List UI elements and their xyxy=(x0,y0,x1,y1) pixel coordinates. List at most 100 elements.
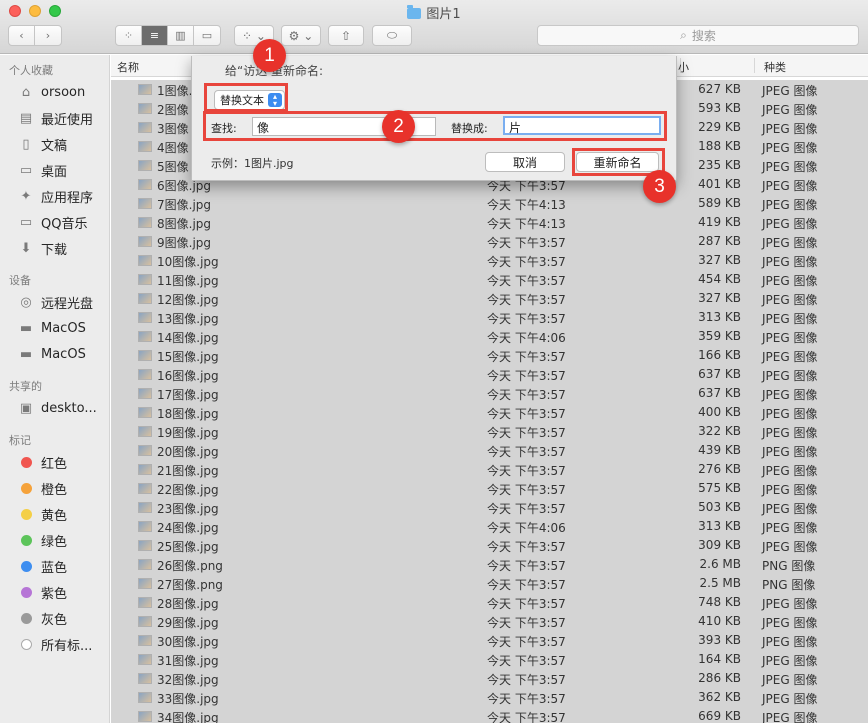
table-row[interactable]: 26图像.png 今天 下午3:57 2.6 MB PNG 图像 xyxy=(111,555,868,574)
table-row[interactable]: 30图像.jpg 今天 下午3:57 393 KB JPEG 图像 xyxy=(111,631,868,650)
table-row[interactable]: 13图像.jpg 今天 下午3:57 313 KB JPEG 图像 xyxy=(111,308,868,327)
cancel-button[interactable]: 取消 xyxy=(485,152,565,172)
table-row[interactable]: 28图像.jpg 今天 下午3:57 748 KB JPEG 图像 xyxy=(111,593,868,612)
file-name: 33图像.jpg xyxy=(157,692,219,706)
table-row[interactable]: 11图像.jpg 今天 下午3:57 454 KB JPEG 图像 xyxy=(111,270,868,289)
nav-buttons: ‹ › xyxy=(8,25,62,46)
table-row[interactable]: 31图像.jpg 今天 下午3:57 164 KB JPEG 图像 xyxy=(111,650,868,669)
sidebar-tag-item[interactable]: 所有标... xyxy=(18,634,92,654)
file-kind: JPEG 图像 xyxy=(762,426,818,440)
sidebar-favorite-item[interactable]: ▭ QQ音乐 xyxy=(18,212,88,232)
sidebar-tag-item[interactable]: 红色 xyxy=(18,452,67,472)
icon-view-button[interactable]: ⁘ xyxy=(116,26,142,45)
column-view-button[interactable]: ▥ xyxy=(168,26,194,45)
tag-color-dot-icon xyxy=(21,586,32,598)
sidebar-device-item[interactable]: ◎ 远程光盘 xyxy=(18,292,93,312)
file-size: 503 KB xyxy=(698,500,741,514)
table-row[interactable]: 15图像.jpg 今天 下午3:57 166 KB JPEG 图像 xyxy=(111,346,868,365)
sidebar-favorite-item[interactable]: ⌂ orsoon xyxy=(18,82,85,102)
table-row[interactable]: 7图像.jpg 今天 下午4:13 589 KB JPEG 图像 xyxy=(111,194,868,213)
sidebar-tag-item[interactable]: 紫色 xyxy=(18,582,67,602)
column-kind-header[interactable]: 种类 xyxy=(764,59,786,75)
table-row[interactable]: 20图像.jpg 今天 下午3:57 439 KB JPEG 图像 xyxy=(111,441,868,460)
share-button[interactable]: ⇧ xyxy=(328,25,364,46)
sidebar-favorite-item[interactable]: ⬇ 下载 xyxy=(18,238,67,258)
search-field[interactable]: ⌕ 搜索 xyxy=(537,25,859,46)
file-kind: JPEG 图像 xyxy=(762,293,818,307)
sidebar-tag-item[interactable]: 绿色 xyxy=(18,530,67,550)
action-button[interactable]: ⚙ ⌄ xyxy=(281,25,321,46)
sidebar-favorite-item[interactable]: ▯ 文稿 xyxy=(18,134,67,154)
image-thumbnail-icon xyxy=(138,464,152,475)
table-row[interactable]: 27图像.png 今天 下午3:57 2.5 MB PNG 图像 xyxy=(111,574,868,593)
sidebar-favorite-item[interactable]: ▤ 最近使用 xyxy=(18,108,93,128)
file-date: 今天 下午3:57 xyxy=(487,236,566,250)
table-row[interactable]: 33图像.jpg 今天 下午3:57 362 KB JPEG 图像 xyxy=(111,688,868,707)
image-thumbnail-icon xyxy=(138,179,152,190)
highlight-box-2 xyxy=(203,111,667,141)
table-row[interactable]: 18图像.jpg 今天 下午3:57 400 KB JPEG 图像 xyxy=(111,403,868,422)
file-name: 24图像.jpg xyxy=(157,521,219,535)
back-button[interactable]: ‹ xyxy=(9,26,35,45)
sidebar-tag-item[interactable]: 灰色 xyxy=(18,608,67,628)
file-kind: JPEG 图像 xyxy=(762,274,818,288)
image-thumbnail-icon xyxy=(138,616,152,627)
image-thumbnail-icon xyxy=(138,84,152,95)
columns-icon: ▥ xyxy=(175,29,186,42)
file-size: 748 KB xyxy=(698,595,741,609)
table-row[interactable]: 17图像.jpg 今天 下午3:57 637 KB JPEG 图像 xyxy=(111,384,868,403)
column-name-header[interactable]: 名称 xyxy=(117,59,139,75)
sidebar-device-item[interactable]: ▬ MacOS xyxy=(18,344,86,364)
file-kind: JPEG 图像 xyxy=(762,198,818,212)
table-row[interactable]: 8图像.jpg 今天 下午4:13 419 KB JPEG 图像 xyxy=(111,213,868,232)
file-kind: JPEG 图像 xyxy=(762,616,818,630)
image-thumbnail-icon xyxy=(138,692,152,703)
sidebar-tag-item[interactable]: 蓝色 xyxy=(18,556,67,576)
table-row[interactable]: 14图像.jpg 今天 下午4:06 359 KB JPEG 图像 xyxy=(111,327,868,346)
file-name: 13图像.jpg xyxy=(157,312,219,326)
view-mode-control: ⁘ ≡ ▥ ▭ xyxy=(115,25,221,46)
table-row[interactable]: 29图像.jpg 今天 下午3:57 410 KB JPEG 图像 xyxy=(111,612,868,631)
sidebar-device-item[interactable]: ▬ MacOS xyxy=(18,318,86,338)
file-kind: JPEG 图像 xyxy=(762,141,818,155)
file-date: 今天 下午3:57 xyxy=(487,654,566,668)
table-row[interactable]: 12图像.jpg 今天 下午3:57 327 KB JPEG 图像 xyxy=(111,289,868,308)
file-name: 32图像.jpg xyxy=(157,673,219,687)
file-name: 20图像.jpg xyxy=(157,445,219,459)
table-row[interactable]: 34图像.jpg 今天 下午3:57 669 KB JPEG 图像 xyxy=(111,707,868,723)
file-size: 309 KB xyxy=(698,538,741,552)
sidebar-tag-item[interactable]: 橙色 xyxy=(18,478,67,498)
tag-button[interactable]: ⬭ xyxy=(372,25,412,46)
table-row[interactable]: 25图像.jpg 今天 下午3:57 309 KB JPEG 图像 xyxy=(111,536,868,555)
table-row[interactable]: 19图像.jpg 今天 下午3:57 322 KB JPEG 图像 xyxy=(111,422,868,441)
file-kind: JPEG 图像 xyxy=(762,122,818,136)
file-name: 22图像.jpg xyxy=(157,483,219,497)
file-kind: JPEG 图像 xyxy=(762,464,818,478)
sidebar-shared-item[interactable]: ▣ deskto... xyxy=(18,398,97,418)
file-date: 今天 下午3:57 xyxy=(487,293,566,307)
step-badge-1: 1 xyxy=(253,39,286,72)
table-row[interactable]: 16图像.jpg 今天 下午3:57 637 KB JPEG 图像 xyxy=(111,365,868,384)
column-size-header[interactable]: 小 xyxy=(678,59,689,75)
image-thumbnail-icon xyxy=(138,654,152,665)
list-view-button[interactable]: ≡ xyxy=(142,26,168,45)
file-name: 14图像.jpg xyxy=(157,331,219,345)
sidebar-favorite-item[interactable]: ▭ 桌面 xyxy=(18,160,67,180)
sidebar-favorite-item[interactable]: ✦ 应用程序 xyxy=(18,186,93,206)
gallery-view-button[interactable]: ▭ xyxy=(194,26,220,45)
sidebar-tags-header: 标记 xyxy=(9,434,31,447)
table-row[interactable]: 24图像.jpg 今天 下午4:06 313 KB JPEG 图像 xyxy=(111,517,868,536)
file-date: 今天 下午3:57 xyxy=(487,635,566,649)
file-date: 今天 下午3:57 xyxy=(487,407,566,421)
table-row[interactable]: 32图像.jpg 今天 下午3:57 286 KB JPEG 图像 xyxy=(111,669,868,688)
forward-button[interactable]: › xyxy=(35,26,61,45)
sidebar-tag-item[interactable]: 黄色 xyxy=(18,504,67,524)
table-row[interactable]: 10图像.jpg 今天 下午3:57 327 KB JPEG 图像 xyxy=(111,251,868,270)
table-row[interactable]: 22图像.jpg 今天 下午3:57 575 KB JPEG 图像 xyxy=(111,479,868,498)
downloads-icon: ⬇ xyxy=(20,240,32,256)
file-date: 今天 下午4:13 xyxy=(487,217,566,231)
table-row[interactable]: 9图像.jpg 今天 下午3:57 287 KB JPEG 图像 xyxy=(111,232,868,251)
table-row[interactable]: 23图像.jpg 今天 下午3:57 503 KB JPEG 图像 xyxy=(111,498,868,517)
list-icon: ≡ xyxy=(149,29,160,42)
table-row[interactable]: 21图像.jpg 今天 下午3:57 276 KB JPEG 图像 xyxy=(111,460,868,479)
